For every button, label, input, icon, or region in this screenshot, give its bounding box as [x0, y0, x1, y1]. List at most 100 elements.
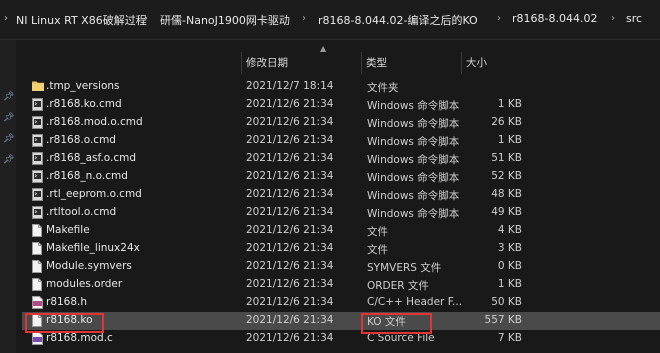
file-modified-date: 2021/12/6 21:34: [246, 242, 334, 254]
header-file-icon: [32, 296, 43, 309]
column-header-modified[interactable]: 修改日期: [242, 52, 362, 74]
file-type: C Source File: [367, 332, 435, 344]
file-type: KO 文件: [367, 316, 406, 328]
file-row[interactable]: .r8168_n.o.cmd 2021/12/6 21:34 Windows 命令脚…: [22, 168, 660, 186]
file-row[interactable]: .rtl_eeprom.o.cmd 2021/12/6 21:34 Windows …: [22, 186, 660, 204]
file-row[interactable]: r8168.ko 2021/12/6 21:34 KO 文件 557 KB: [22, 312, 660, 330]
file-name: .r8168.mod.o.cmd: [46, 116, 143, 128]
address-bar[interactable]: › NI Linux RT X86破解过程 › 研儒-NanoJ1900网卡驱动…: [0, 0, 660, 40]
file-row[interactable]: .tmp_versions 2021/12/7 18:14 文件夹: [22, 78, 660, 96]
file-name: modules.order: [46, 278, 123, 290]
cmd-file-icon: [32, 134, 43, 147]
blank-file-icon: [32, 260, 43, 273]
file-name: .r8168.o.cmd: [46, 134, 116, 146]
file-row[interactable]: modules.order 2021/12/6 21:34 ORDER 文件 1 KB: [22, 276, 660, 294]
pin-icon: 📌︎: [3, 92, 15, 102]
file-size: 50 KB: [491, 296, 522, 308]
chevron-right-icon[interactable]: ›: [302, 13, 306, 24]
file-name: .r8168.ko.cmd: [46, 98, 122, 110]
file-name: Makefile: [46, 224, 90, 236]
column-header-row: 修改日期 类型 大小: [22, 52, 660, 74]
file-modified-date: 2021/12/6 21:34: [246, 170, 334, 182]
file-modified-date: 2021/12/6 21:34: [246, 224, 334, 236]
chevron-right-icon[interactable]: ›: [144, 13, 148, 24]
cmd-file-icon: [32, 98, 43, 111]
file-size: 1 KB: [497, 98, 522, 110]
file-size: 1 KB: [497, 134, 522, 146]
column-header-size[interactable]: 大小: [462, 52, 524, 74]
pin-icon: 📌︎: [3, 134, 15, 144]
file-size: 3 KB: [497, 242, 522, 254]
file-row[interactable]: r8168.mod.c 2021/12/6 21:34 C Source File 7…: [22, 330, 660, 348]
breadcrumb-item-src[interactable]: src: [626, 12, 642, 25]
chevron-right-icon[interactable]: ›: [4, 13, 8, 24]
file-modified-date: 2021/12/7 18:14: [246, 80, 334, 92]
column-header-name[interactable]: [22, 52, 242, 74]
breadcrumb-item-compiled-ko[interactable]: r8168-8.044.02-编译之后的KO: [318, 12, 478, 28]
file-name: r8168.ko: [46, 314, 93, 326]
file-modified-date: 2021/12/6 21:34: [246, 314, 334, 326]
breadcrumb-item-r8168[interactable]: r8168-8.044.02: [512, 12, 597, 25]
column-header-type[interactable]: 类型: [362, 52, 462, 74]
cmd-file-icon: [32, 116, 43, 129]
file-size: 49 KB: [491, 206, 522, 218]
cmd-file-icon: [32, 152, 43, 165]
file-modified-date: 2021/12/6 21:34: [246, 98, 334, 110]
file-modified-date: 2021/12/6 21:34: [246, 278, 334, 290]
file-type: SYMVERS 文件: [367, 262, 442, 274]
file-modified-date: 2021/12/6 21:34: [246, 134, 334, 146]
folder-icon: [32, 80, 44, 93]
pin-icon: 📌︎: [3, 113, 15, 123]
file-name: .r8168_asf.o.cmd: [46, 152, 137, 164]
file-type: Windows 命令脚本: [367, 118, 460, 130]
file-modified-date: 2021/12/6 21:34: [246, 116, 334, 128]
file-type: Windows 命令脚本: [367, 172, 460, 184]
file-row[interactable]: Makefile 2021/12/6 21:34 文件 4 KB: [22, 222, 660, 240]
file-size: 7 KB: [497, 332, 522, 344]
file-row[interactable]: .rtltool.o.cmd 2021/12/6 21:34 Windows 命令脚…: [22, 204, 660, 222]
c-file-icon: [32, 332, 43, 345]
file-row[interactable]: .r8168_asf.o.cmd 2021/12/6 21:34 Windows 命…: [22, 150, 660, 168]
file-type: Windows 命令脚本: [367, 208, 460, 220]
chevron-right-icon[interactable]: ›: [611, 13, 615, 24]
file-row[interactable]: Module.symvers 2021/12/6 21:34 SYMVERS 文件 0…: [22, 258, 660, 276]
file-size: 48 KB: [491, 188, 522, 200]
file-row[interactable]: Makefile_linux24x 2021/12/6 21:34 文件 3 KB: [22, 240, 660, 258]
file-row[interactable]: r8168.h 2021/12/6 21:34 C/C++ Header F... 5…: [22, 294, 660, 312]
file-modified-date: 2021/12/6 21:34: [246, 260, 334, 272]
file-type: 文件: [367, 244, 388, 256]
file-row[interactable]: .r8168.o.cmd 2021/12/6 21:34 Windows 命令脚本 1…: [22, 132, 660, 150]
cmd-file-icon: [32, 170, 43, 183]
chevron-right-icon[interactable]: ›: [497, 13, 501, 24]
file-modified-date: 2021/12/6 21:34: [246, 188, 334, 200]
file-type: Windows 命令脚本: [367, 100, 460, 112]
file-row[interactable]: .r8168.ko.cmd 2021/12/6 21:34 Windows 命令脚本…: [22, 96, 660, 114]
navigation-pane[interactable]: 📌︎ 📌︎ 📌︎ 📌︎: [0, 40, 16, 353]
blank-file-icon: [32, 242, 43, 255]
file-row[interactable]: .r8168.mod.o.cmd 2021/12/6 21:34 Windows 命…: [22, 114, 660, 132]
file-modified-date: 2021/12/6 21:34: [246, 296, 334, 308]
file-modified-date: 2021/12/6 21:34: [246, 206, 334, 218]
file-type: ORDER 文件: [367, 280, 429, 292]
file-size: 52 KB: [491, 170, 522, 182]
file-size: 51 KB: [491, 152, 522, 164]
file-modified-date: 2021/12/6 21:34: [246, 332, 334, 344]
breadcrumb-item-nanoj1900[interactable]: 研儒-NanoJ1900网卡驱动: [160, 12, 290, 28]
file-type: C/C++ Header F...: [367, 296, 463, 308]
breadcrumb-item-ni-linux[interactable]: NI Linux RT X86破解过程: [16, 12, 147, 28]
file-name: .rtl_eeprom.o.cmd: [46, 188, 142, 200]
file-type: 文件夹: [367, 82, 399, 94]
file-type: Windows 命令脚本: [367, 190, 460, 202]
file-size: 4 KB: [497, 224, 522, 236]
file-size: 0 KB: [497, 260, 522, 272]
file-name: .rtltool.o.cmd: [46, 206, 117, 218]
blank-file-icon: [32, 314, 43, 327]
file-size: 1 KB: [497, 278, 522, 290]
file-type: 文件: [367, 226, 388, 238]
file-type: Windows 命令脚本: [367, 154, 460, 166]
file-name: r8168.h: [46, 296, 88, 308]
pin-icon: 📌︎: [3, 155, 15, 165]
blank-file-icon: [32, 278, 43, 291]
blank-file-icon: [32, 224, 43, 237]
file-name: .r8168_n.o.cmd: [46, 170, 128, 182]
